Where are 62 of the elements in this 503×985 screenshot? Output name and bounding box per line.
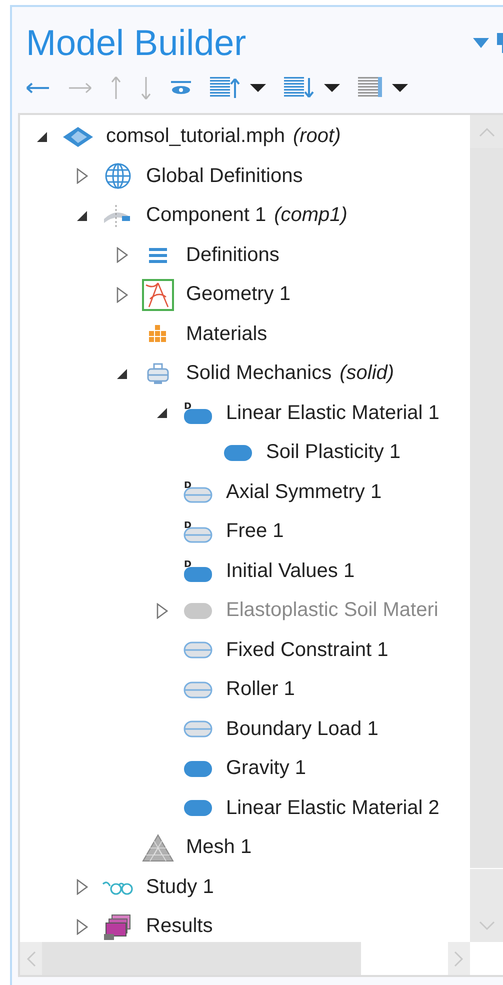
tree-item[interactable]: Study 1 bbox=[146, 876, 214, 899]
tree-item[interactable]: Fixed Constraint 1 bbox=[226, 638, 388, 662]
tree-item[interactable]: Roller 1 bbox=[226, 678, 295, 702]
expanded-toggle-icon[interactable] bbox=[116, 368, 128, 380]
tree-item[interactable]: Geometry 1 bbox=[186, 283, 290, 306]
tree-item[interactable]: Mesh 1 bbox=[186, 836, 252, 860]
tree-item[interactable]: Linear Elastic Material 1 bbox=[226, 402, 440, 425]
tree-item[interactable]: comsol_tutorial.mph bbox=[106, 125, 285, 148]
mesh-icon bbox=[142, 834, 174, 862]
materials-icon bbox=[148, 324, 168, 344]
back-arrow-icon[interactable] bbox=[26, 82, 50, 94]
expanded-toggle-icon[interactable] bbox=[156, 407, 168, 420]
tree-item[interactable]: Global Definitions bbox=[146, 164, 303, 188]
collapsed-toggle-icon[interactable] bbox=[76, 918, 88, 935]
tree-item[interactable]: Initial Values 1 bbox=[226, 560, 355, 583]
domain-icon bbox=[223, 444, 253, 462]
caret-icon[interactable] bbox=[392, 84, 408, 92]
diamond-icon bbox=[62, 126, 94, 148]
tree-expand-icon[interactable] bbox=[210, 77, 240, 99]
tree-item[interactable]: Free 1 bbox=[226, 520, 284, 544]
collapsed-toggle-icon[interactable] bbox=[76, 168, 88, 184]
caret-icon[interactable] bbox=[324, 84, 340, 92]
tree-item[interactable]: Definitions bbox=[186, 244, 280, 267]
boundary-icon bbox=[183, 641, 213, 660]
panel-menu-icon[interactable] bbox=[473, 38, 489, 48]
eye-icon[interactable] bbox=[170, 81, 192, 95]
tree-item[interactable]: Boundary Load 1 bbox=[226, 718, 378, 741]
collapsed-toggle-icon[interactable] bbox=[116, 247, 128, 264]
boundary-icon bbox=[183, 680, 213, 699]
tree-item[interactable]: Component 1 bbox=[146, 204, 266, 228]
tree-item-tag: (solid) bbox=[340, 362, 394, 386]
domain-icon bbox=[183, 799, 213, 818]
tree-item-tag: (root) bbox=[292, 125, 341, 148]
tree-item-tag: (comp1) bbox=[274, 204, 348, 228]
tree-item[interactable]: Soil Plasticity 1 bbox=[266, 441, 400, 464]
expanded-toggle-icon[interactable] bbox=[36, 130, 48, 143]
tree-item[interactable]: Axial Symmetry 1 bbox=[226, 480, 382, 504]
collapsed-toggle-icon[interactable] bbox=[76, 879, 88, 896]
expanded-toggle-icon[interactable] bbox=[76, 210, 88, 222]
scrollbar-thumb[interactable] bbox=[42, 942, 362, 975]
domain-icon bbox=[183, 760, 213, 778]
domain-icon bbox=[183, 602, 213, 620]
tree-item[interactable]: Materials bbox=[186, 322, 268, 346]
results-icon bbox=[103, 914, 133, 940]
physics-icon bbox=[146, 362, 170, 385]
list-view-icon[interactable] bbox=[358, 77, 382, 99]
up-arrow-icon[interactable] bbox=[110, 76, 122, 100]
tree-collapse-icon[interactable] bbox=[284, 77, 314, 99]
tree-item[interactable]: Linear Elastic Material 2 bbox=[226, 796, 440, 820]
globe-icon bbox=[104, 162, 132, 190]
collapsed-toggle-icon[interactable] bbox=[116, 286, 128, 303]
list-icon bbox=[148, 246, 168, 264]
tree-item[interactable]: Gravity 1 bbox=[226, 757, 306, 780]
caret-icon[interactable] bbox=[250, 84, 266, 92]
down-arrow-icon[interactable] bbox=[140, 76, 152, 100]
panel-title: Model Builder bbox=[26, 22, 248, 64]
tree-item[interactable]: Results bbox=[146, 915, 213, 938]
forward-arrow-icon[interactable] bbox=[68, 82, 92, 94]
scrollbar-thumb[interactable] bbox=[470, 148, 503, 868]
boundary-icon bbox=[183, 720, 213, 738]
geometry-icon bbox=[142, 278, 174, 311]
tree-item[interactable]: Solid Mechanics bbox=[186, 362, 332, 386]
